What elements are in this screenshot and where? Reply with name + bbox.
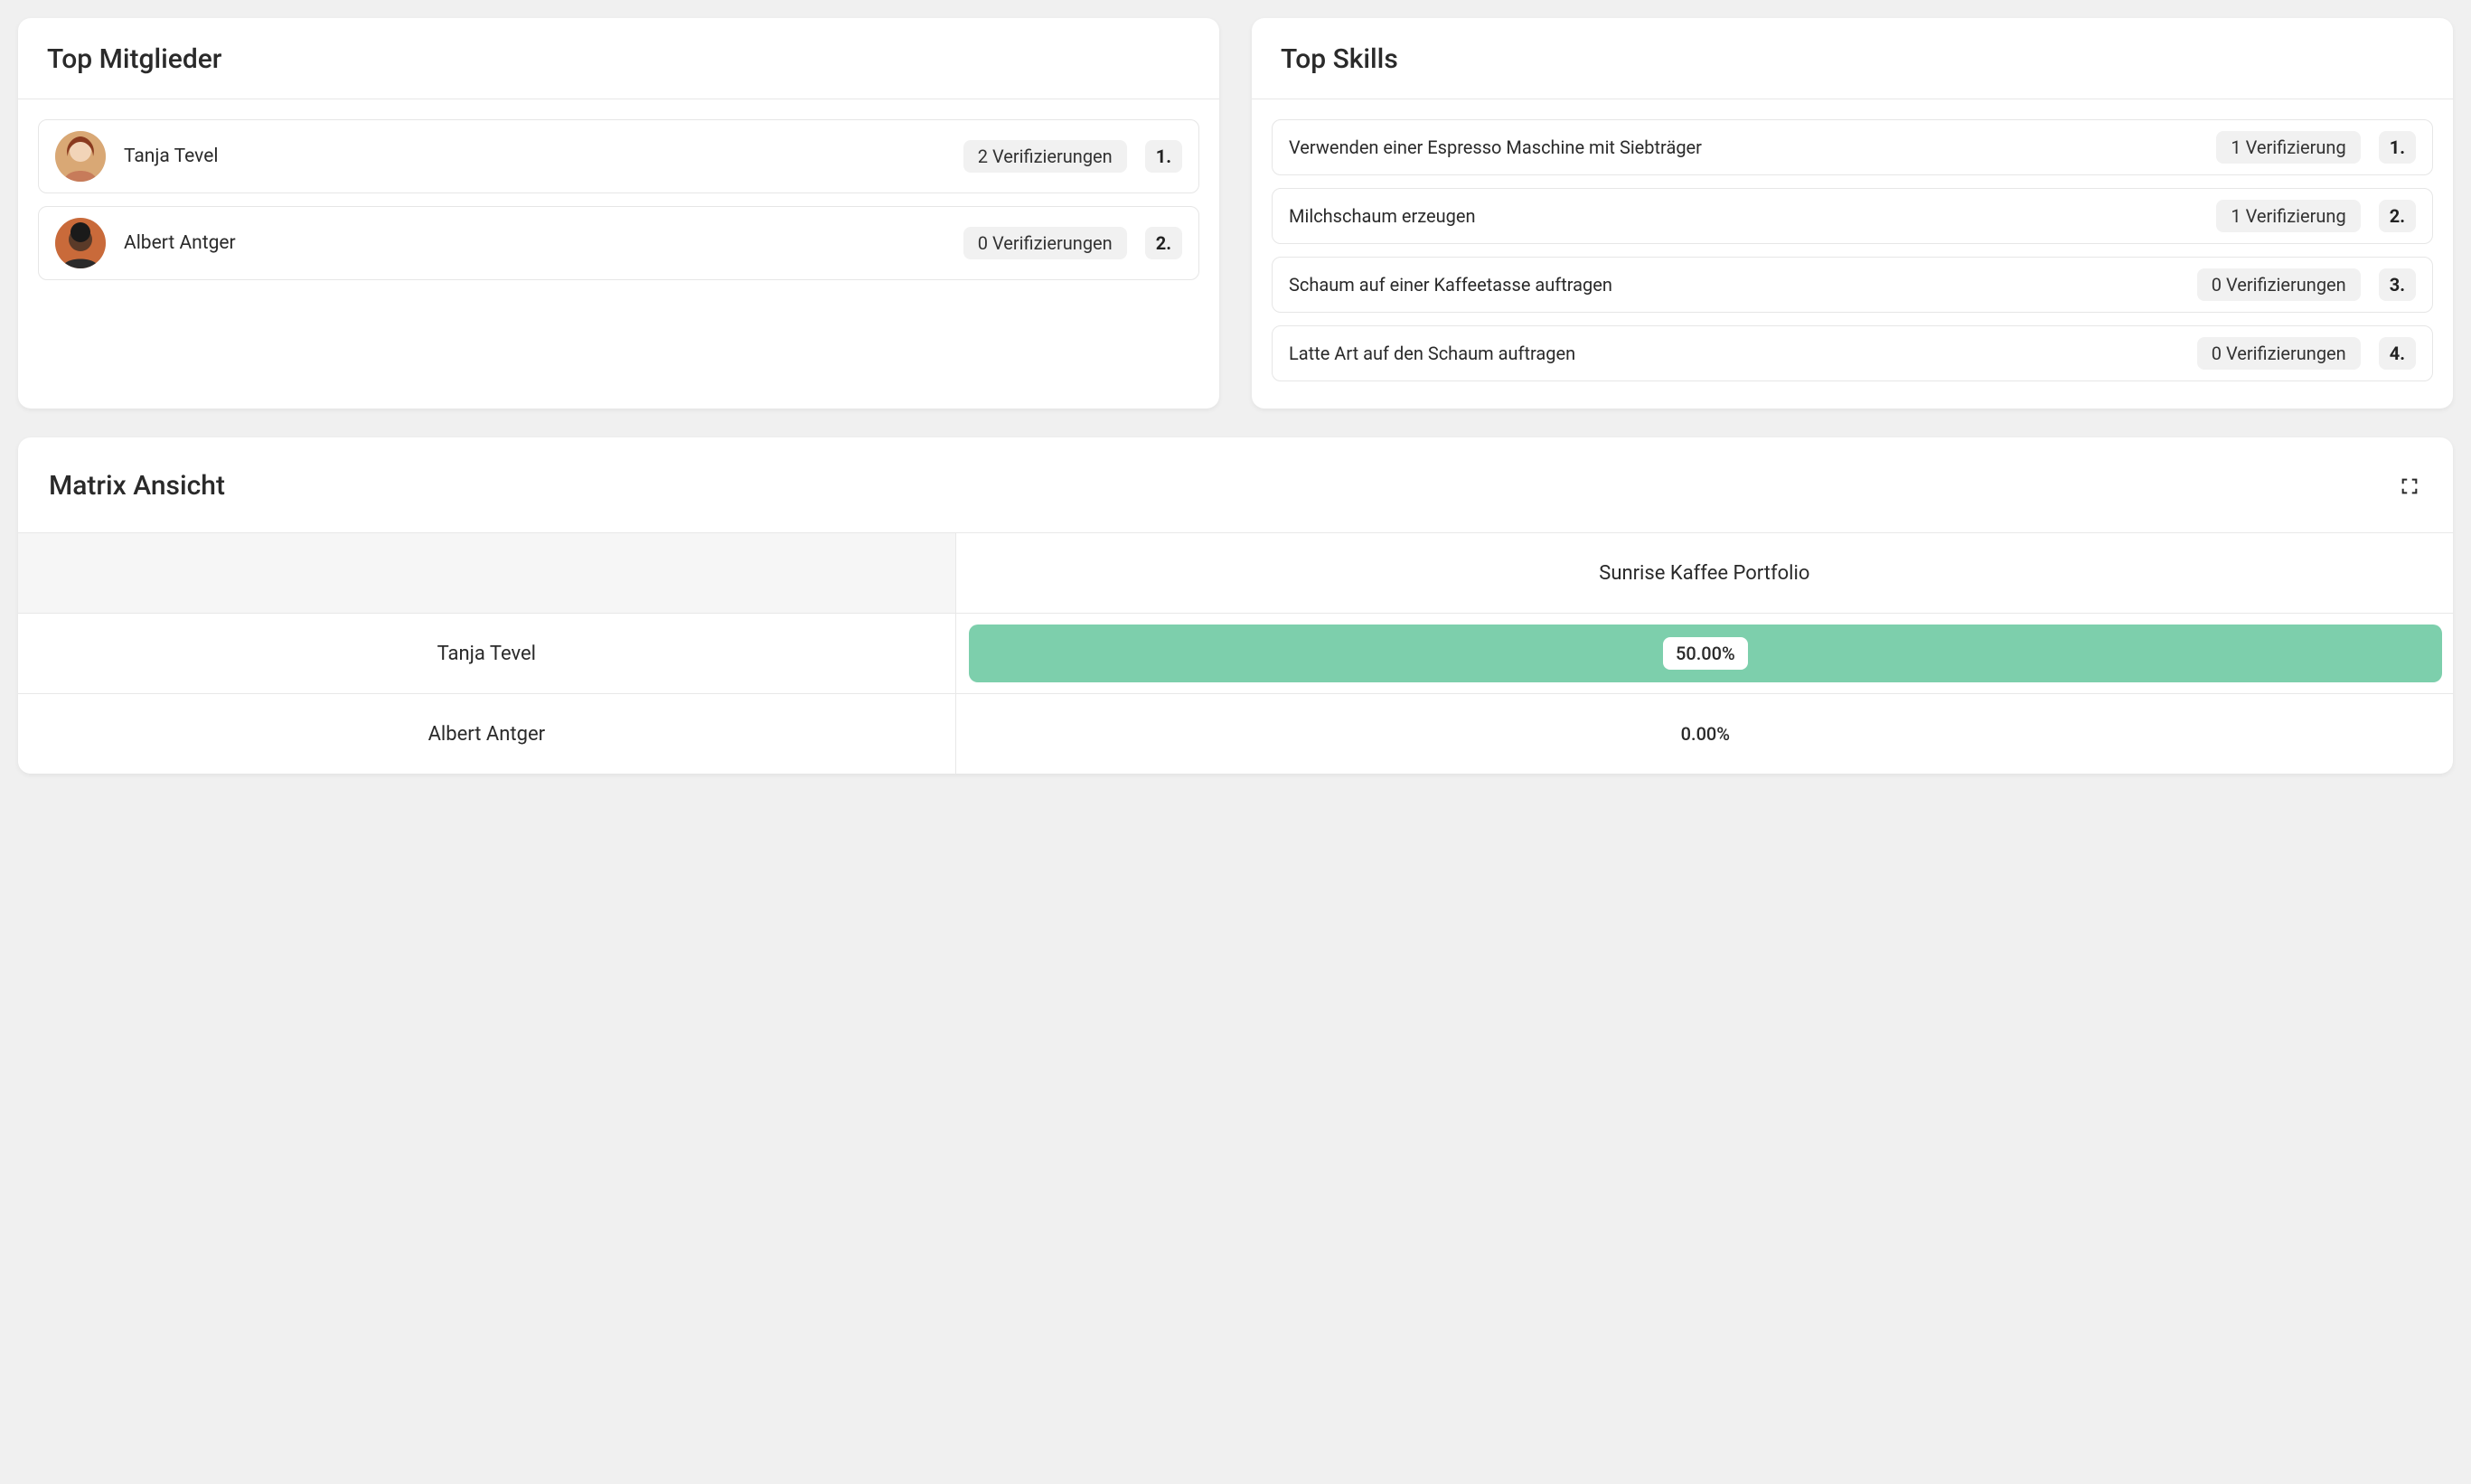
matrix-column-header-label: Sunrise Kaffee Portfolio bbox=[956, 533, 2453, 613]
member-name: Tanja Tevel bbox=[124, 144, 945, 169]
progress-bar: 0.00% bbox=[969, 705, 2442, 763]
top-skills-header: Top Skills bbox=[1252, 18, 2453, 99]
progress-bar: 50.00% bbox=[969, 625, 2442, 682]
top-members-header: Top Mitglieder bbox=[18, 18, 1219, 99]
verification-badge: 1 Verifizierung bbox=[2216, 200, 2360, 232]
rank-badge: 1. bbox=[1145, 140, 1182, 173]
verification-badge: 1 Verifizierung bbox=[2216, 131, 2360, 164]
rank-badge: 2. bbox=[1145, 227, 1182, 259]
matrix-corner-cell bbox=[18, 533, 955, 614]
verification-badge: 2 Verifizierungen bbox=[963, 140, 1127, 173]
avatar bbox=[55, 131, 106, 182]
skill-name: Latte Art auf den Schaum auftragen bbox=[1289, 342, 2179, 366]
avatar bbox=[55, 218, 106, 268]
matrix-row: Albert Antger 0.00% bbox=[18, 694, 2453, 775]
matrix-row-name: Tanja Tevel bbox=[18, 614, 955, 693]
matrix-row-header: Albert Antger bbox=[18, 694, 955, 775]
member-name: Albert Antger bbox=[124, 230, 945, 256]
matrix-header: Matrix Ansicht bbox=[18, 437, 2453, 532]
matrix-title: Matrix Ansicht bbox=[49, 470, 225, 502]
top-members-body: Tanja Tevel 2 Verifizierungen 1. Albert … bbox=[18, 99, 1219, 307]
matrix-column-header: Sunrise Kaffee Portfolio bbox=[955, 533, 2453, 614]
skill-name: Schaum auf einer Kaffeetasse auftragen bbox=[1289, 273, 2179, 297]
skill-row[interactable]: Latte Art auf den Schaum auftragen 0 Ver… bbox=[1272, 325, 2433, 381]
rank-badge: 4. bbox=[2379, 337, 2416, 370]
verification-badge: 0 Verifizierungen bbox=[2197, 268, 2361, 301]
top-members-card: Top Mitglieder Tanja Tevel 2 Verifizieru… bbox=[18, 18, 1219, 409]
progress-value: 0.00% bbox=[1681, 723, 1730, 745]
rank-badge: 1. bbox=[2379, 131, 2416, 164]
matrix-row-name: Albert Antger bbox=[18, 694, 955, 774]
member-row[interactable]: Tanja Tevel 2 Verifizierungen 1. bbox=[38, 119, 1199, 193]
skill-row[interactable]: Verwenden einer Espresso Maschine mit Si… bbox=[1272, 119, 2433, 175]
progress-value: 50.00% bbox=[1663, 637, 1748, 670]
matrix-data-cell[interactable]: 0.00% bbox=[955, 694, 2453, 775]
matrix-data-cell[interactable]: 50.00% bbox=[955, 614, 2453, 694]
member-row[interactable]: Albert Antger 0 Verifizierungen 2. bbox=[38, 206, 1199, 280]
verification-badge: 0 Verifizierungen bbox=[2197, 337, 2361, 370]
fullscreen-icon bbox=[2400, 476, 2419, 496]
top-members-title: Top Mitglieder bbox=[47, 43, 1190, 75]
matrix-row-header: Tanja Tevel bbox=[18, 614, 955, 694]
skill-row[interactable]: Milchschaum erzeugen 1 Verifizierung 2. bbox=[1272, 188, 2433, 244]
skill-row[interactable]: Schaum auf einer Kaffeetasse auftragen 0… bbox=[1272, 257, 2433, 313]
top-skills-card: Top Skills Verwenden einer Espresso Masc… bbox=[1252, 18, 2453, 409]
skill-name: Milchschaum erzeugen bbox=[1289, 204, 2198, 229]
matrix-table: Sunrise Kaffee Portfolio Tanja Tevel 50.… bbox=[18, 532, 2453, 774]
fullscreen-button[interactable] bbox=[2397, 474, 2422, 499]
top-skills-title: Top Skills bbox=[1281, 43, 2424, 75]
rank-badge: 3. bbox=[2379, 268, 2416, 301]
matrix-view-card: Matrix Ansicht Sunrise Kaffee Portfolio bbox=[18, 437, 2453, 774]
rank-badge: 2. bbox=[2379, 200, 2416, 232]
verification-badge: 0 Verifizierungen bbox=[963, 227, 1127, 259]
matrix-row: Tanja Tevel 50.00% bbox=[18, 614, 2453, 694]
top-skills-body: Verwenden einer Espresso Maschine mit Si… bbox=[1252, 99, 2453, 409]
skill-name: Verwenden einer Espresso Maschine mit Si… bbox=[1289, 136, 2198, 160]
